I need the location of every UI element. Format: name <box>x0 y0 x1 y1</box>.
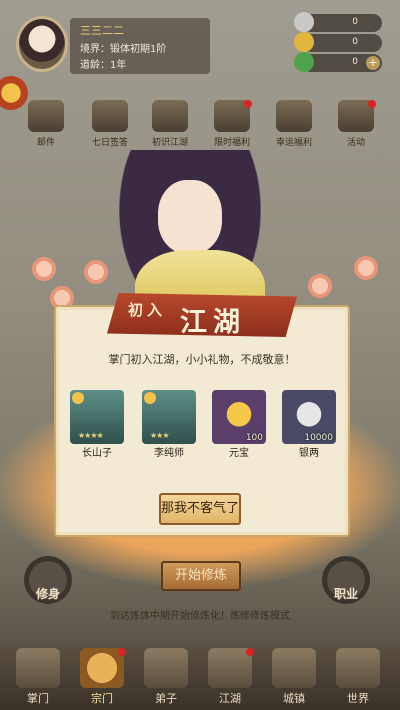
blossom-decoration <box>306 272 334 300</box>
start-cultivation-button[interactable]: 开始修炼 <box>161 561 241 591</box>
profession-label: 职业 <box>334 587 359 601</box>
blossom-decoration <box>30 255 58 283</box>
nav-sect[interactable]: 宗门 <box>72 646 132 706</box>
player-age: 道龄：1年 <box>80 60 127 71</box>
notification-dot <box>368 100 376 108</box>
accept-button[interactable]: 那我不客气了 <box>159 493 241 525</box>
reward-quantity: 10000 <box>304 433 333 443</box>
reward-item[interactable]: 10000 <box>282 390 336 444</box>
currency-value: 0 <box>352 37 358 47</box>
nav-town[interactable]: 城镇 <box>264 646 324 706</box>
nav-label: 世界 <box>347 692 369 705</box>
notification-dot <box>246 648 254 656</box>
nav-label: 江湖 <box>219 692 241 705</box>
town-icon <box>272 648 316 688</box>
swordsman-icon <box>208 648 252 688</box>
hero-badge-icon <box>144 392 156 404</box>
add-currency-button[interactable]: + <box>366 56 380 70</box>
mail-icon <box>28 100 64 132</box>
reward-label: 元宝 <box>229 448 249 459</box>
dialog-message: 掌门初入江湖，小小礼物，不成敬意！ <box>108 353 296 366</box>
dialog-title: 江湖 <box>180 307 246 338</box>
currency-gold: 0 <box>294 32 382 52</box>
sect-emblem-icon <box>80 648 124 688</box>
character-face <box>158 180 222 254</box>
reward-label: 长山子 <box>82 448 112 459</box>
pavilion-icon <box>16 648 60 688</box>
silver-ingot-icon <box>294 12 314 32</box>
lucky-icon <box>276 100 312 132</box>
reward-item[interactable]: 100 <box>212 390 266 444</box>
notification-dot <box>244 100 252 108</box>
nav-label: 弟子 <box>155 692 177 705</box>
player-realm: 境界：锻体初期1阶 <box>80 44 167 55</box>
player-avatar[interactable] <box>16 16 68 72</box>
reward-item[interactable]: ★★★★ <box>70 390 124 444</box>
gold-ingot-icon <box>294 32 314 52</box>
blossom-decoration <box>352 254 380 282</box>
currency-silver: 0 <box>294 12 382 32</box>
reward-label: 银两 <box>299 448 319 459</box>
currency-panel: 0 0 0 + <box>294 12 382 74</box>
blossom-decoration <box>82 258 110 286</box>
reward-quantity: 100 <box>245 433 263 443</box>
gift-icon <box>152 100 188 132</box>
player-name: 三三二二 <box>80 24 124 37</box>
nav-disciples[interactable]: 弟子 <box>136 646 196 706</box>
reward-label: 李纯师 <box>154 448 184 459</box>
currency-value: 0 <box>352 57 358 67</box>
hero-badge-icon <box>72 392 84 404</box>
nav-world[interactable]: 世界 <box>328 646 388 706</box>
jade-icon <box>294 52 314 72</box>
scroll-icon <box>92 100 128 132</box>
nav-label: 掌门 <box>27 692 49 705</box>
disciple-icon <box>144 648 188 688</box>
currency-jade: 0 + <box>294 52 382 72</box>
reward-item[interactable]: ★★★ <box>142 390 196 444</box>
nav-label: 城镇 <box>283 692 305 705</box>
player-info-panel: 三三二二 境界：锻体初期1阶 道龄：1年 <box>70 18 210 74</box>
player-info[interactable]: 三三二二 境界：锻体初期1阶 道龄：1年 <box>8 10 210 76</box>
star-rating-icon: ★★★★ <box>78 431 104 440</box>
cultivation-hint: 到达炼体中期开始修炼化！炼修修炼模式 <box>110 611 290 622</box>
currency-value: 0 <box>352 17 358 27</box>
nav-sect-leader[interactable]: 掌门 <box>8 646 68 706</box>
nav-jianghu[interactable]: 江湖 <box>200 646 260 706</box>
nav-label: 宗门 <box>91 692 113 705</box>
notification-dot <box>118 648 126 656</box>
star-rating-icon: ★★★ <box>150 431 169 440</box>
world-icon <box>336 648 380 688</box>
cultivate-body-label: 修身 <box>36 587 61 601</box>
game-scene: 三三二二 境界：锻体初期1阶 道龄：1年 0 0 0 + 邮件 七日签答 初识江… <box>0 0 400 710</box>
dialog-title-small: 初入 <box>128 301 167 319</box>
